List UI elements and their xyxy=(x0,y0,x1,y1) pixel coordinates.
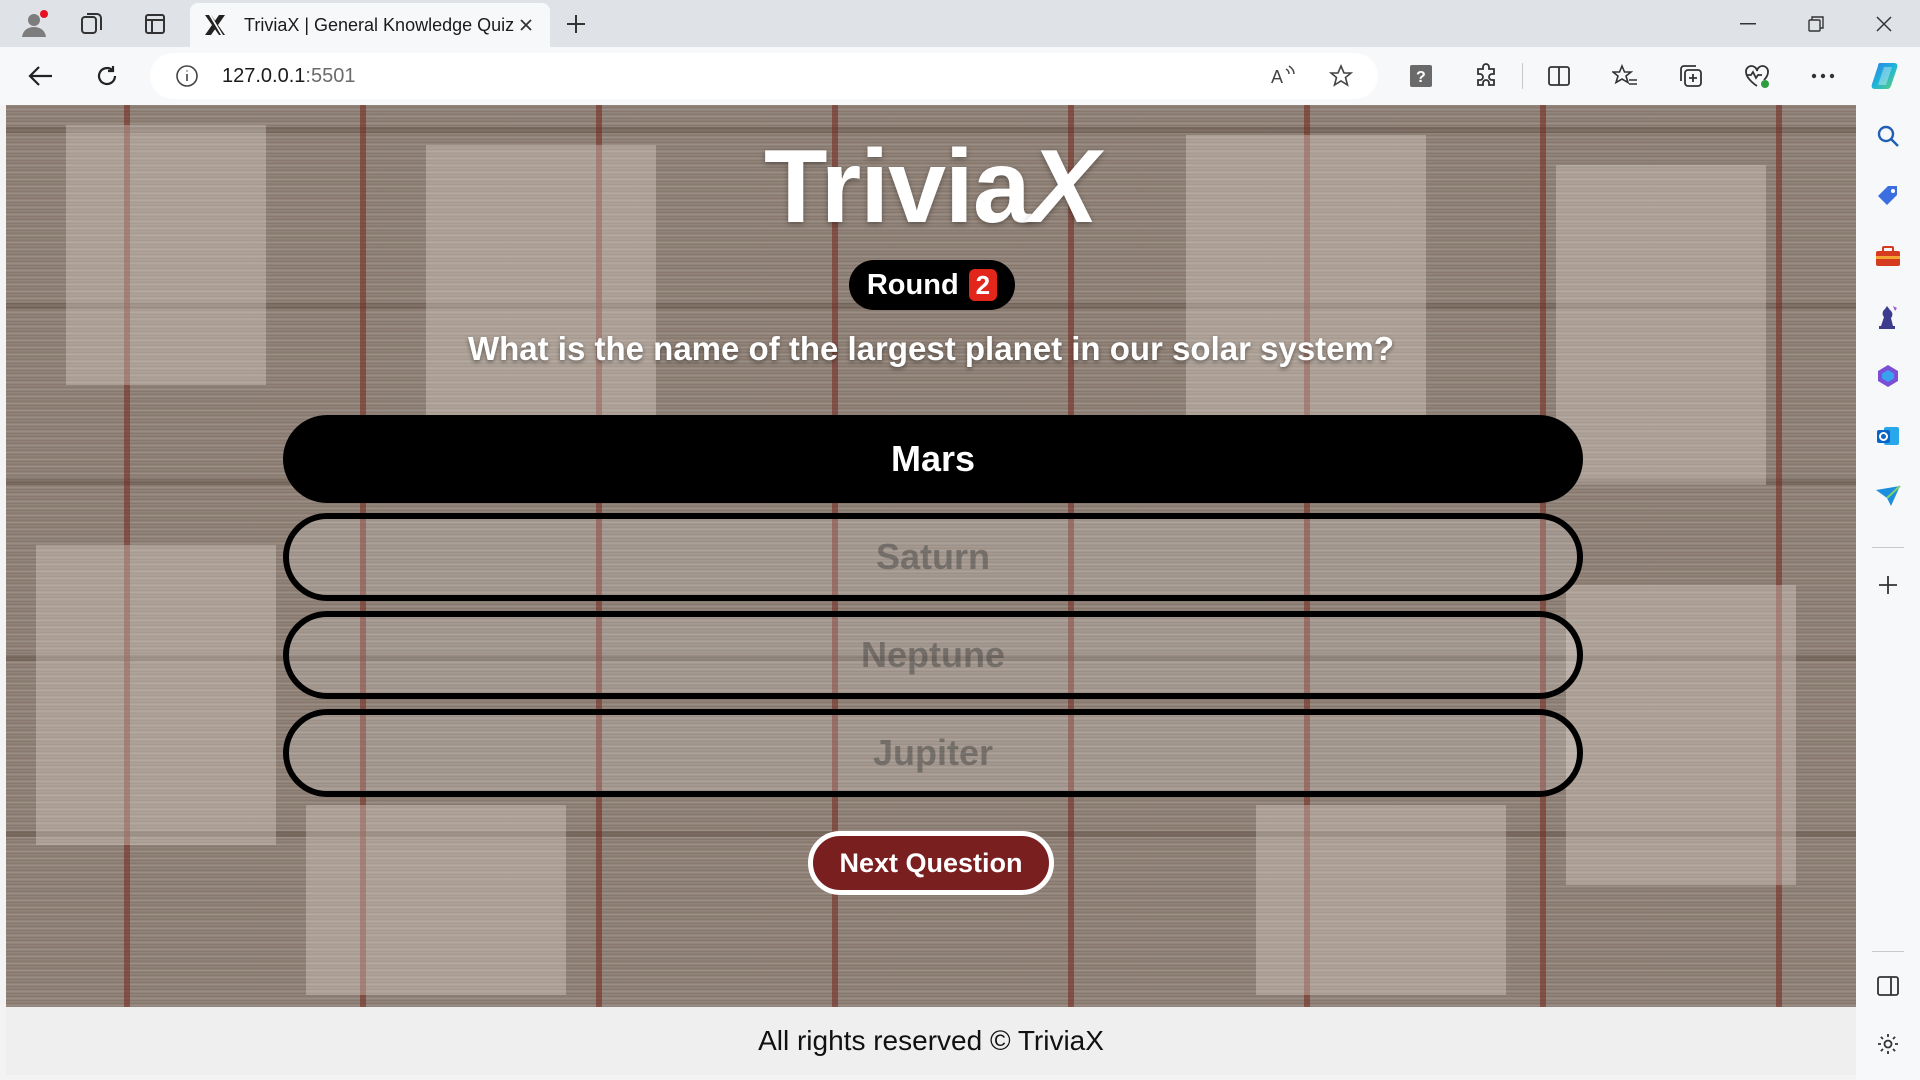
browser-toolbar: 127.0.0.1:5501 A ? xyxy=(0,47,1920,105)
browser-sidebar xyxy=(1856,105,1920,1080)
toolbar-divider xyxy=(1522,63,1523,89)
book-page xyxy=(1566,585,1796,885)
question-text: What is the name of the largest planet i… xyxy=(467,330,1395,367)
heart-pulse-icon[interactable] xyxy=(1738,57,1776,95)
puzzle-icon[interactable] xyxy=(1468,57,1506,95)
book-page xyxy=(1256,805,1506,995)
answer-option-jupiter[interactable]: Jupiter xyxy=(283,709,1583,797)
microsoft365-icon[interactable] xyxy=(1869,357,1907,395)
refresh-icon[interactable] xyxy=(88,57,126,95)
next-question-button[interactable]: Next Question xyxy=(808,831,1054,895)
close-tab-icon[interactable] xyxy=(514,13,538,37)
book-page xyxy=(306,805,566,995)
tab-actions-icon[interactable] xyxy=(137,6,173,42)
info-icon[interactable] xyxy=(174,63,200,89)
page-viewport: TriviaX Round 2 What is the name of the … xyxy=(6,105,1856,1075)
round-number-badge: 2 xyxy=(968,269,998,301)
send-icon[interactable] xyxy=(1869,477,1907,515)
chess-icon[interactable] xyxy=(1869,297,1907,335)
close-window-icon[interactable] xyxy=(1850,0,1918,47)
page-footer: All rights reserved © TriviaX xyxy=(6,1007,1856,1075)
minimize-icon[interactable] xyxy=(1714,0,1782,47)
settings-icon[interactable] xyxy=(1869,1025,1907,1063)
answer-option-mars[interactable]: Mars xyxy=(283,415,1583,503)
copilot-icon[interactable] xyxy=(1868,57,1906,95)
address-bar[interactable]: 127.0.0.1:5501 A xyxy=(150,53,1378,99)
tag-icon[interactable] xyxy=(1869,177,1907,215)
star-icon[interactable] xyxy=(1322,57,1360,95)
new-tab-icon[interactable] xyxy=(558,6,594,42)
svg-text:A: A xyxy=(1271,67,1283,87)
tab-strip: TriviaX | General Knowledge Quiz xyxy=(0,0,1920,47)
triviax-logo: TriviaX xyxy=(763,129,1099,245)
round-indicator: Round 2 xyxy=(849,260,1015,310)
restore-icon[interactable] xyxy=(1782,0,1850,47)
answer-option-saturn[interactable]: Saturn xyxy=(283,513,1583,601)
favorites-icon[interactable] xyxy=(1606,57,1644,95)
split-screen-icon[interactable] xyxy=(1540,57,1578,95)
help-icon[interactable]: ? xyxy=(1402,57,1440,95)
x-logo-icon xyxy=(202,12,228,38)
books-background: TriviaX Round 2 What is the name of the … xyxy=(6,105,1856,1007)
book-page xyxy=(36,545,276,845)
sidebar-divider xyxy=(1872,951,1904,952)
add-icon[interactable] xyxy=(1869,566,1907,604)
more-icon[interactable] xyxy=(1804,57,1842,95)
back-arrow-icon[interactable] xyxy=(22,57,60,95)
active-tab[interactable]: TriviaX | General Knowledge Quiz xyxy=(190,3,550,47)
toolbox-icon[interactable] xyxy=(1869,237,1907,275)
url-text: 127.0.0.1:5501 xyxy=(222,64,356,87)
answer-option-neptune[interactable]: Neptune xyxy=(283,611,1583,699)
search-icon[interactable] xyxy=(1869,117,1907,155)
sidebar-toggle-icon[interactable] xyxy=(1869,967,1907,1005)
collections-icon[interactable] xyxy=(1672,57,1710,95)
round-label: Round xyxy=(866,268,959,301)
tab-title: TriviaX | General Knowledge Quiz xyxy=(244,14,514,35)
svg-text:?: ? xyxy=(1416,69,1426,86)
sidebar-divider xyxy=(1872,547,1904,548)
read-aloud-icon[interactable]: A xyxy=(1264,57,1302,95)
profile-avatar-icon[interactable] xyxy=(16,6,52,42)
outlook-icon[interactable] xyxy=(1869,417,1907,455)
workspaces-icon[interactable] xyxy=(74,6,110,42)
